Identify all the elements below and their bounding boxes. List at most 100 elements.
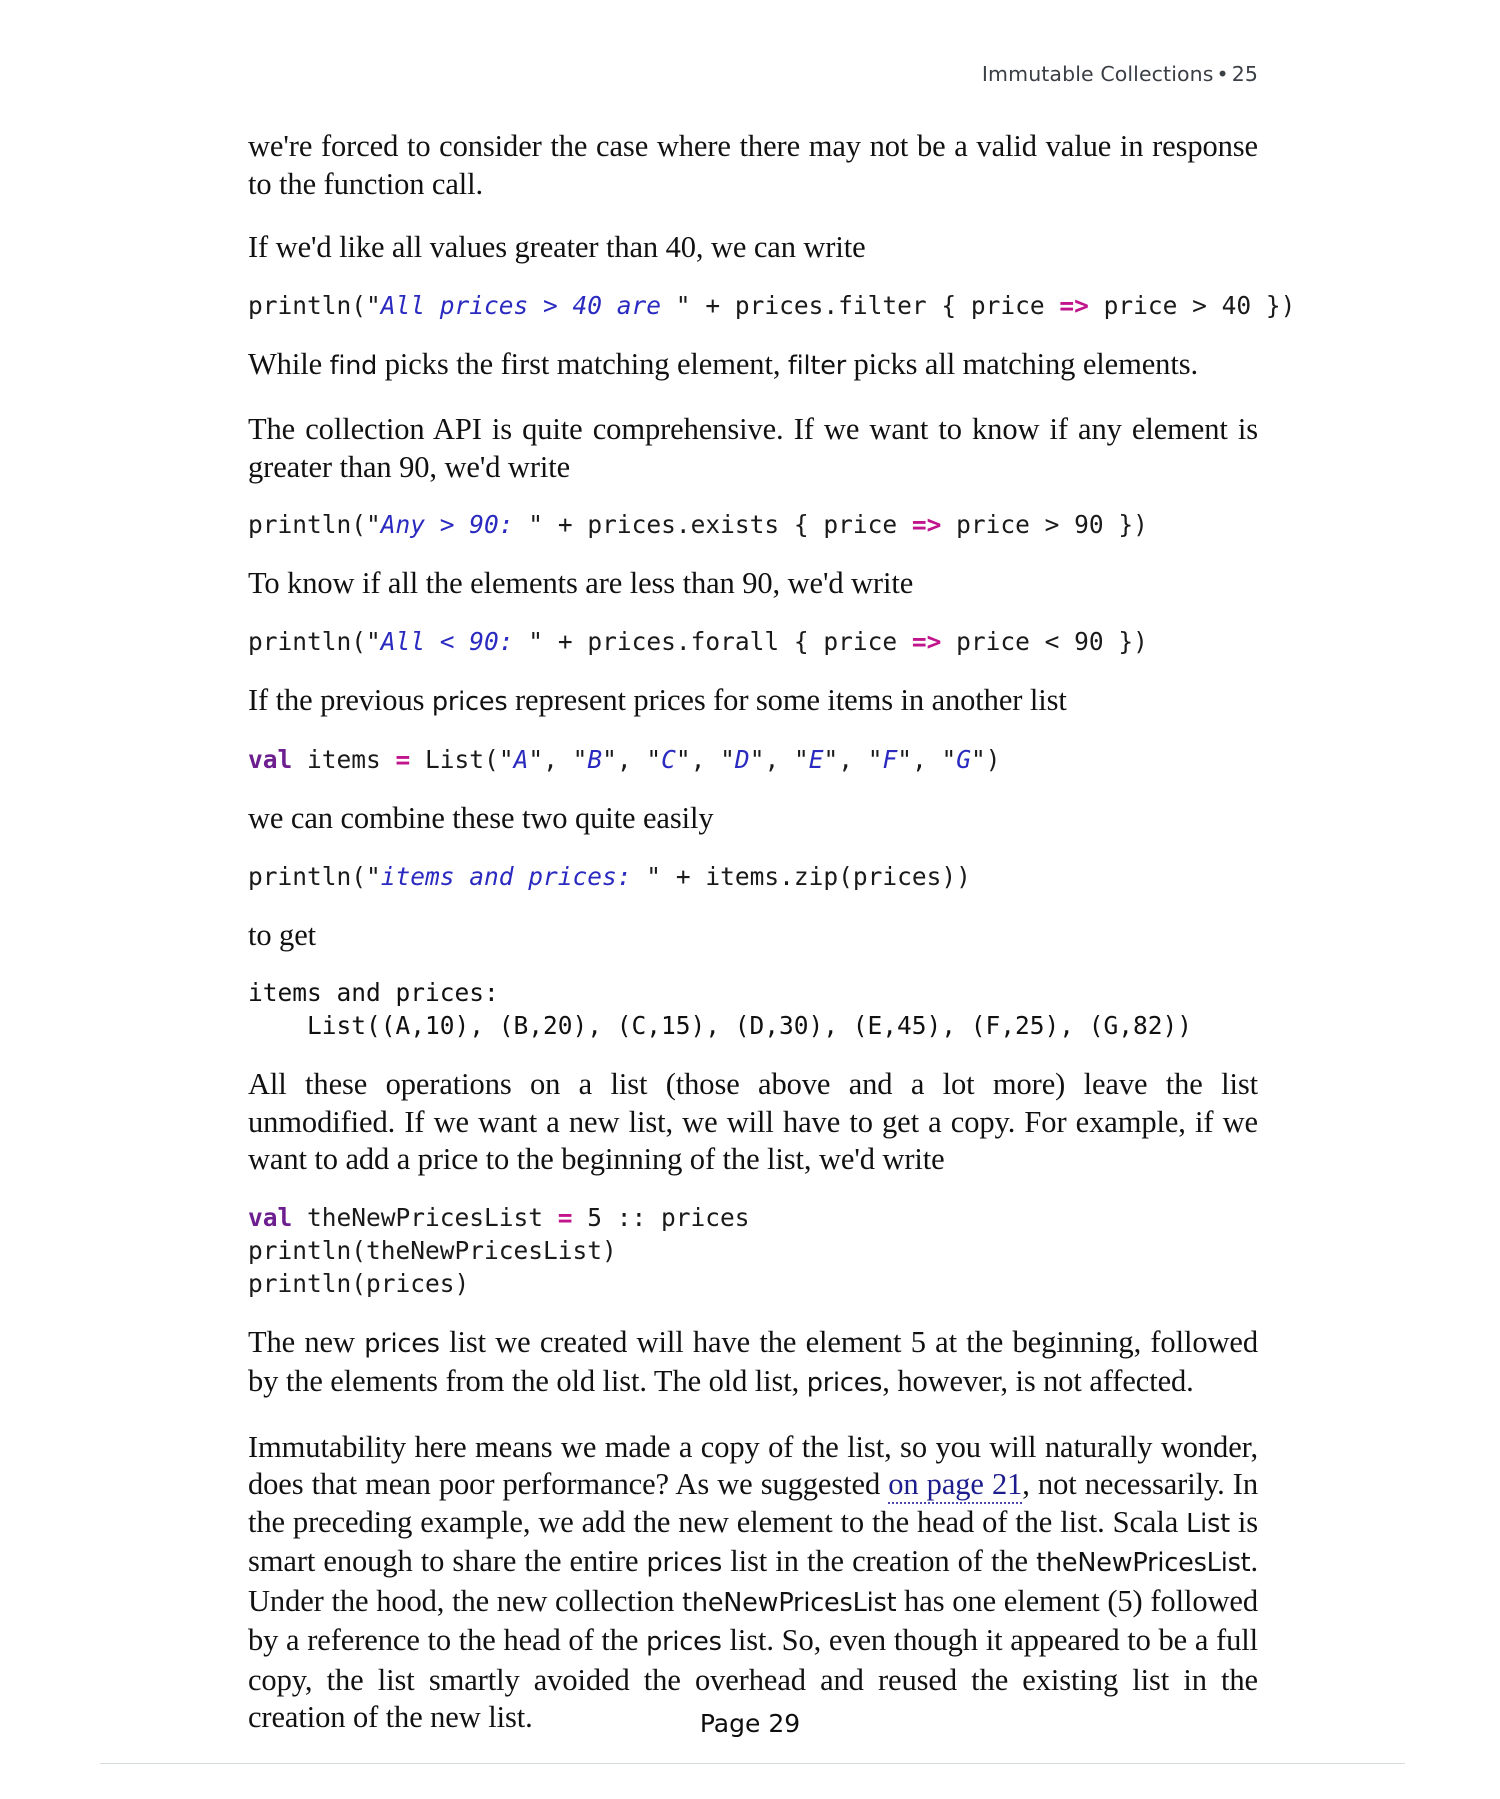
code-token-plain: println( bbox=[248, 861, 367, 891]
code-token-plain: price > 40 }) bbox=[1088, 290, 1296, 320]
code-line-println-prices: println(prices) bbox=[248, 1268, 470, 1298]
code-token-str: Any > 90: bbox=[380, 510, 529, 539]
code-token-kw: val bbox=[248, 1202, 293, 1232]
text-fragment: If the previous bbox=[248, 682, 432, 717]
inline-code-prices: prices bbox=[646, 1627, 722, 1657]
code-block-filter: println("All prices > 40 are " + prices.… bbox=[248, 289, 1295, 322]
code-token-str: B bbox=[587, 745, 603, 774]
inline-code-prices: prices bbox=[431, 686, 508, 717]
code-token-plain: " bbox=[646, 861, 662, 891]
paragraph-forall-intro: To know if all the elements are less tha… bbox=[248, 566, 914, 600]
code-token-plain: + prices.filter { price bbox=[690, 290, 1060, 320]
code-token-plain: ", " bbox=[749, 745, 809, 774]
code-token-op: = bbox=[395, 745, 411, 774]
inline-code-filter: filter bbox=[787, 350, 846, 381]
running-header-separator: • bbox=[1216, 62, 1229, 86]
running-header-title: Immutable Collections bbox=[981, 62, 1214, 86]
inline-code-list: List bbox=[1186, 1508, 1230, 1539]
code-token-str: G bbox=[956, 745, 972, 774]
code-token-plain: " bbox=[675, 290, 691, 320]
code-token-plain: " bbox=[366, 861, 381, 891]
code-segments: println("Any > 90: " + prices.exists { p… bbox=[248, 510, 1148, 539]
code-token-plain: " bbox=[366, 290, 381, 320]
code-token-plain: 5 :: prices bbox=[572, 1202, 750, 1232]
inline-code-the-new-prices-list: theNewPricesList bbox=[1036, 1548, 1251, 1578]
code-token-plain: println( bbox=[248, 626, 367, 656]
code-token-plain: " bbox=[366, 510, 381, 539]
code-token-str: D bbox=[734, 745, 750, 774]
document-page: Immutable Collections • 25 we're forced to… bbox=[0, 0, 1500, 1799]
code-segments: println("items and prices: " + items.zip… bbox=[248, 862, 971, 891]
code-token-plain: println( bbox=[248, 510, 367, 539]
cross-reference-link-page-21[interactable]: on page 21 bbox=[888, 1467, 1022, 1504]
code-token-kw: val bbox=[248, 745, 293, 774]
text-fragment: picks all matching elements. bbox=[846, 346, 1199, 381]
paragraph-exists-intro: The collection API is quite comprehensiv… bbox=[248, 412, 1258, 484]
code-segments: val items = List("A", "B", "C", "D", "E"… bbox=[248, 745, 1001, 774]
code-token-plain: println( bbox=[248, 290, 367, 320]
paragraph-find-vs-filter: While find picks the first matching elem… bbox=[248, 346, 1258, 386]
paragraph-items-intro: If the previous prices represent prices … bbox=[248, 682, 1258, 722]
paragraph-combine: we can combine these two quite easily bbox=[248, 801, 714, 835]
code-token-plain: theNewPricesList bbox=[292, 1202, 558, 1232]
output-block-zip: items and prices: List((A,10), (B,20), (… bbox=[248, 978, 1193, 1040]
code-token-str: All prices > 40 are bbox=[380, 290, 676, 320]
code-token-plain: " bbox=[366, 626, 381, 656]
code-token-plain: ", " bbox=[602, 745, 662, 774]
paragraph-to-get: to get bbox=[248, 917, 317, 952]
code-token-plain: items bbox=[292, 745, 396, 774]
code-segments: println("All prices > 40 are " + prices.… bbox=[248, 291, 1295, 320]
code-segments: val theNewPricesList = 5 :: prices bbox=[248, 1203, 750, 1232]
code-token-plain: + prices.exists { price bbox=[543, 510, 912, 539]
code-block-items-list: val items = List("A", "B", "C", "D", "E"… bbox=[248, 743, 1258, 776]
code-token-str: items and prices: bbox=[380, 861, 647, 891]
code-token-plain: List( bbox=[410, 745, 499, 774]
text-fragment: While bbox=[248, 346, 330, 381]
code-token-op: = bbox=[557, 1202, 573, 1232]
code-segments: println("All < 90: " + prices.forall { p… bbox=[248, 627, 1148, 656]
code-token-plain: + items.zip(prices)) bbox=[661, 861, 971, 891]
code-token-plain: ") bbox=[971, 745, 1001, 774]
code-token-plain: ", " bbox=[823, 745, 883, 774]
code-token-plain: ", " bbox=[528, 745, 588, 774]
code-token-plain: + prices.forall { price bbox=[543, 626, 912, 656]
inline-code-prices: prices bbox=[364, 1328, 440, 1359]
code-token-str: C bbox=[661, 745, 676, 774]
code-token-plain: price > 90 }) bbox=[941, 510, 1148, 539]
running-header: Immutable Collections • 25 bbox=[0, 62, 1258, 86]
text-fragment: , however, is not affected. bbox=[882, 1364, 1194, 1398]
inline-code-prices: prices bbox=[806, 1368, 883, 1398]
code-token-op: => bbox=[1059, 290, 1089, 320]
code-block-new-prices-list: val theNewPricesList = 5 :: prices print… bbox=[248, 1201, 1258, 1300]
paragraph-immutable-ops: All these operations on a list (those ab… bbox=[248, 1067, 1258, 1176]
code-token-str: A bbox=[513, 745, 529, 774]
paragraph-immutability-performance: Immutability here means we made a copy o… bbox=[248, 1429, 1258, 1737]
code-block-forall: println("All < 90: " + prices.forall { p… bbox=[248, 625, 1258, 658]
text-fragment: represent prices for some items in anoth… bbox=[507, 682, 1067, 717]
inline-code-find: find bbox=[329, 350, 378, 381]
text-fragment: picks the first matching element, bbox=[377, 346, 788, 381]
code-token-plain: " bbox=[528, 626, 544, 656]
code-token-op: => bbox=[911, 626, 942, 656]
code-block-exists: println("Any > 90: " + prices.exists { p… bbox=[248, 508, 1258, 541]
code-token-op: => bbox=[911, 510, 942, 539]
code-line-println-new: println(theNewPricesList) bbox=[248, 1235, 617, 1265]
inline-code-prices: prices bbox=[646, 1548, 723, 1578]
code-token-str: F bbox=[882, 745, 898, 774]
footer-divider bbox=[100, 1763, 1405, 1764]
text-fragment: list in the creation of the bbox=[722, 1544, 1037, 1578]
paragraph-filter-intro: If we'd like all values greater than 40,… bbox=[248, 230, 866, 264]
running-header-page-number: 25 bbox=[1231, 62, 1258, 86]
paragraph-new-list-result: The new prices list we created will have… bbox=[248, 1324, 1258, 1403]
code-token-str: All < 90: bbox=[380, 626, 529, 656]
code-token-str: E bbox=[808, 745, 824, 774]
code-token-plain: ", " bbox=[675, 745, 735, 774]
text-fragment: The new bbox=[248, 1324, 365, 1359]
page-content: we're forced to consider the case where … bbox=[248, 128, 1295, 1737]
code-token-plain: " bbox=[498, 745, 514, 774]
code-token-plain: " bbox=[528, 510, 544, 539]
code-token-plain: ", " bbox=[897, 745, 957, 774]
page-footer: Page 29 bbox=[699, 1709, 801, 1738]
inline-code-the-new-prices-list: theNewPricesList bbox=[682, 1587, 897, 1618]
code-block-zip: println("items and prices: " + items.zip… bbox=[248, 860, 1258, 893]
